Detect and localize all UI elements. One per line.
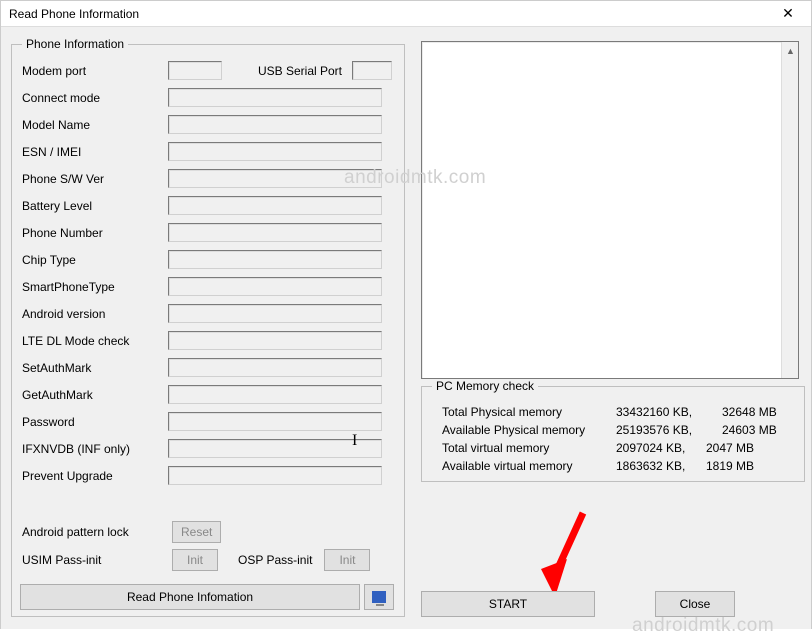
read-phone-button[interactable]: Read Phone Infomation <box>20 584 360 610</box>
field-connect-mode <box>168 88 382 107</box>
field-chip-type <box>168 250 382 269</box>
label-phone-sw: Phone S/W Ver <box>22 172 168 186</box>
window: Read Phone Information ✕ Phone Informati… <box>0 0 812 629</box>
label-total-phys: Total Physical memory <box>432 405 616 419</box>
right-panel: ▲ PC Memory check Total Physical memory … <box>421 41 801 619</box>
phone-info-legend: Phone Information <box>22 37 128 51</box>
field-model-name <box>168 115 382 134</box>
field-smartphone <box>168 277 382 296</box>
row-modem-port: Modem port USB Serial Port <box>22 61 394 80</box>
usim-init-button[interactable]: Init <box>172 549 218 571</box>
reset-button[interactable]: Reset <box>172 521 221 543</box>
value-total-phys-mb: 32648 MB <box>722 405 794 419</box>
field-ifxnvdb <box>168 439 382 458</box>
label-connect-mode: Connect mode <box>22 91 168 105</box>
field-password[interactable] <box>168 412 382 431</box>
window-title: Read Phone Information <box>9 7 139 21</box>
left-panel: Phone Information Modem port USB Serial … <box>11 37 405 619</box>
phone-info-group: Phone Information Modem port USB Serial … <box>11 37 405 617</box>
value-total-phys-kb: 33432160 KB, <box>616 405 722 419</box>
label-model-name: Model Name <box>22 118 168 132</box>
label-chip-type: Chip Type <box>22 253 168 267</box>
label-avail-virt: Available virtual memory <box>432 459 616 473</box>
label-prevent-upgrade: Prevent Upgrade <box>22 469 168 483</box>
scrollbar[interactable]: ▲ <box>781 42 798 378</box>
label-phone-number: Phone Number <box>22 226 168 240</box>
field-phone-sw <box>168 169 382 188</box>
label-usim-pass: USIM Pass-init <box>22 553 172 567</box>
value-avail-virt-mb: 1819 MB <box>706 459 778 473</box>
value-avail-phys-mb: 24603 MB <box>722 423 794 437</box>
monitor-icon-button[interactable] <box>364 584 394 610</box>
field-esn-imei <box>168 142 382 161</box>
label-smartphone: SmartPhoneType <box>22 280 168 294</box>
bottom-buttons: START Close <box>421 589 801 619</box>
row-pattern-lock: Android pattern lock Reset <box>22 521 394 543</box>
field-usb-serial <box>352 61 392 80</box>
row-usim-pass: USIM Pass-init Init OSP Pass-init Init <box>22 549 394 571</box>
pc-memory-group: PC Memory check Total Physical memory 33… <box>421 379 805 482</box>
log-textarea[interactable]: ▲ <box>421 41 799 379</box>
field-prevent-upgrade <box>168 466 382 485</box>
close-icon[interactable]: ✕ <box>765 1 811 27</box>
label-battery: Battery Level <box>22 199 168 213</box>
field-setauth <box>168 358 382 377</box>
label-ifxnvdb: IFXNVDB (INF only) <box>22 442 168 456</box>
label-avail-phys: Available Physical memory <box>432 423 616 437</box>
label-android-version: Android version <box>22 307 168 321</box>
label-lte-dl: LTE DL Mode check <box>22 334 168 348</box>
field-android-version <box>168 304 382 323</box>
label-esn-imei: ESN / IMEI <box>22 145 168 159</box>
field-getauth <box>168 385 382 404</box>
label-modem-port: Modem port <box>22 64 168 78</box>
label-pattern-lock: Android pattern lock <box>22 525 172 539</box>
label-total-virt: Total virtual memory <box>432 441 616 455</box>
scroll-up-icon[interactable]: ▲ <box>782 42 799 59</box>
close-button[interactable]: Close <box>655 591 735 617</box>
value-avail-virt-kb: 1863632 KB, <box>616 459 706 473</box>
label-getauth: GetAuthMark <box>22 388 168 402</box>
label-setauth: SetAuthMark <box>22 361 168 375</box>
field-battery <box>168 196 382 215</box>
value-total-virt-mb: 2047 MB <box>706 441 778 455</box>
field-phone-number <box>168 223 382 242</box>
label-password: Password <box>22 415 168 429</box>
value-total-virt-kb: 2097024 KB, <box>616 441 706 455</box>
field-lte-dl <box>168 331 382 350</box>
field-modem-port <box>168 61 222 80</box>
monitor-icon <box>372 591 386 603</box>
window-body: Phone Information Modem port USB Serial … <box>1 27 811 629</box>
pc-memory-legend: PC Memory check <box>432 379 538 393</box>
value-avail-phys-kb: 25193576 KB, <box>616 423 722 437</box>
label-usb-serial: USB Serial Port <box>232 64 342 78</box>
start-button[interactable]: START <box>421 591 595 617</box>
osp-init-button[interactable]: Init <box>324 549 370 571</box>
titlebar: Read Phone Information ✕ <box>1 1 811 27</box>
label-osp-pass: OSP Pass-init <box>238 553 312 567</box>
